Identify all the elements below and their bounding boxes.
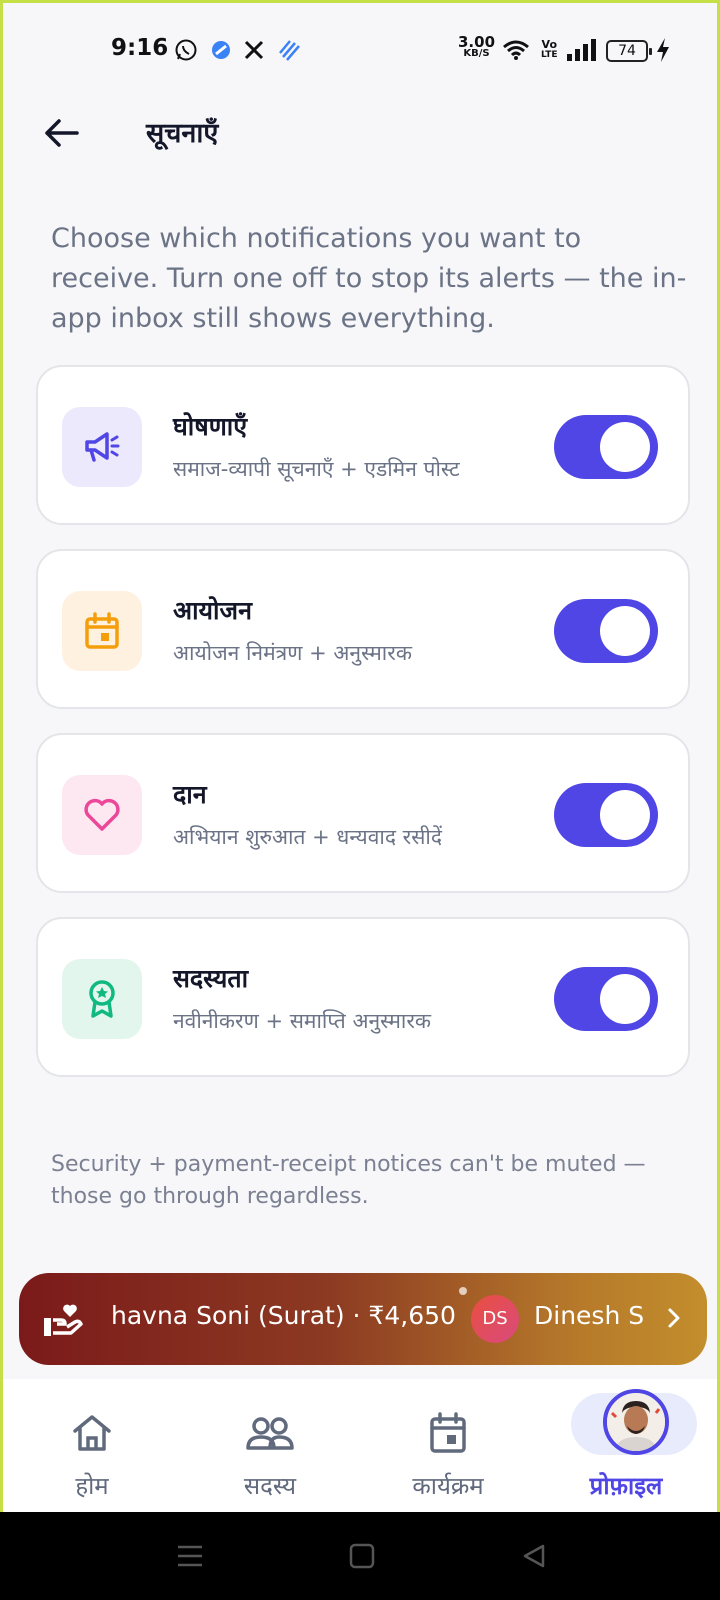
card-title: दान bbox=[173, 780, 207, 809]
nav-item-events[interactable]: कार्यक्रम bbox=[359, 1379, 537, 1512]
card-title: सदस्यता bbox=[173, 964, 249, 993]
nav-label: सदस्य bbox=[243, 1472, 297, 1500]
calendar-icon bbox=[420, 1405, 476, 1461]
notification-card-donations: दान अभियान शुरुआत + धन्यवाद रसीदें bbox=[36, 733, 690, 893]
battery-indicator: 74 bbox=[606, 40, 652, 62]
heart-icon bbox=[62, 775, 142, 855]
card-title: घोषणाएँ bbox=[173, 412, 248, 441]
volte-indicator: Vo LTE bbox=[541, 38, 558, 60]
wifi-icon bbox=[501, 37, 531, 63]
browser-icon bbox=[208, 37, 234, 63]
donate-hand-icon bbox=[41, 1297, 85, 1341]
nav-item-members[interactable]: सदस्य bbox=[181, 1379, 359, 1512]
members-icon bbox=[242, 1405, 298, 1461]
toggle-knob bbox=[600, 974, 650, 1024]
menu-icon[interactable] bbox=[172, 1538, 208, 1574]
ticker-name: Dinesh S bbox=[534, 1301, 645, 1330]
bottom-navigation: होम सदस्य कार्यक्रम प्रोफ़ाइल bbox=[3, 1379, 717, 1512]
events-toggle[interactable] bbox=[554, 599, 658, 663]
charging-icon bbox=[655, 37, 671, 63]
donation-ticker[interactable]: havna Soni (Surat) · ₹4,650 DS Dinesh S bbox=[19, 1273, 707, 1365]
status-time: 9:16 bbox=[111, 35, 169, 61]
nav-label: होम bbox=[75, 1472, 109, 1500]
notification-card-announcements: घोषणाएँ समाज-व्यापी सूचनाएँ + एडमिन पोस्… bbox=[36, 365, 690, 525]
ticker-avatar: DS bbox=[471, 1295, 519, 1343]
toggle-knob bbox=[600, 606, 650, 656]
cell-signal-icon bbox=[565, 37, 597, 63]
megaphone-icon bbox=[62, 407, 142, 487]
system-navigation-bar bbox=[0, 1512, 720, 1600]
network-speed: 3.00 KB/S bbox=[458, 33, 496, 59]
toggle-knob bbox=[600, 422, 650, 472]
profile-avatar[interactable] bbox=[603, 1389, 669, 1455]
nav-label: कार्यक्रम bbox=[412, 1472, 484, 1500]
nav-item-home[interactable]: होम bbox=[3, 1379, 181, 1512]
toggle-knob bbox=[600, 790, 650, 840]
page-title: सूचनाएँ bbox=[146, 118, 219, 149]
card-subtitle: नवीनीकरण + समाप्ति अनुस्मारक bbox=[173, 1009, 432, 1033]
status-bar: 9:16 3.00 KB/S Vo LTE 74 bbox=[3, 3, 717, 99]
ticker-dot bbox=[459, 1287, 467, 1295]
donations-toggle[interactable] bbox=[554, 783, 658, 847]
nav-label: प्रोफ़ाइल bbox=[589, 1472, 663, 1500]
card-subtitle: अभियान शुरुआत + धन्यवाद रसीदें bbox=[173, 825, 443, 849]
announcements-toggle[interactable] bbox=[554, 415, 658, 479]
x-icon bbox=[241, 37, 267, 63]
home-button-icon[interactable] bbox=[344, 1538, 380, 1574]
home-icon bbox=[64, 1405, 120, 1461]
notification-card-membership: सदस्यता नवीनीकरण + समाप्ति अनुस्मारक bbox=[36, 917, 690, 1077]
whatsapp-icon bbox=[173, 37, 199, 63]
signal-app-icon bbox=[275, 37, 303, 63]
back-button[interactable] bbox=[39, 111, 83, 155]
intro-text: Choose which notifications you want to r… bbox=[51, 223, 687, 334]
calendar-icon bbox=[62, 591, 142, 671]
back-triangle-icon[interactable] bbox=[516, 1538, 552, 1574]
card-title: आयोजन bbox=[173, 596, 252, 625]
card-subtitle: आयोजन निमंत्रण + अनुस्मारक bbox=[173, 641, 412, 665]
footnote: Security + payment-receipt notices can't… bbox=[51, 1152, 646, 1209]
app-screen: 9:16 3.00 KB/S Vo LTE 74 सूचनाएँ Choose … bbox=[0, 0, 720, 1512]
arrow-left-icon bbox=[45, 119, 79, 147]
membership-toggle[interactable] bbox=[554, 967, 658, 1031]
card-subtitle: समाज-व्यापी सूचनाएँ + एडमिन पोस्ट bbox=[173, 457, 460, 481]
notification-card-events: आयोजन आयोजन निमंत्रण + अनुस्मारक bbox=[36, 549, 690, 709]
ticker-text: havna Soni (Surat) · ₹4,650 bbox=[111, 1301, 456, 1330]
award-icon bbox=[62, 959, 142, 1039]
chevron-right-icon[interactable] bbox=[659, 1303, 689, 1333]
